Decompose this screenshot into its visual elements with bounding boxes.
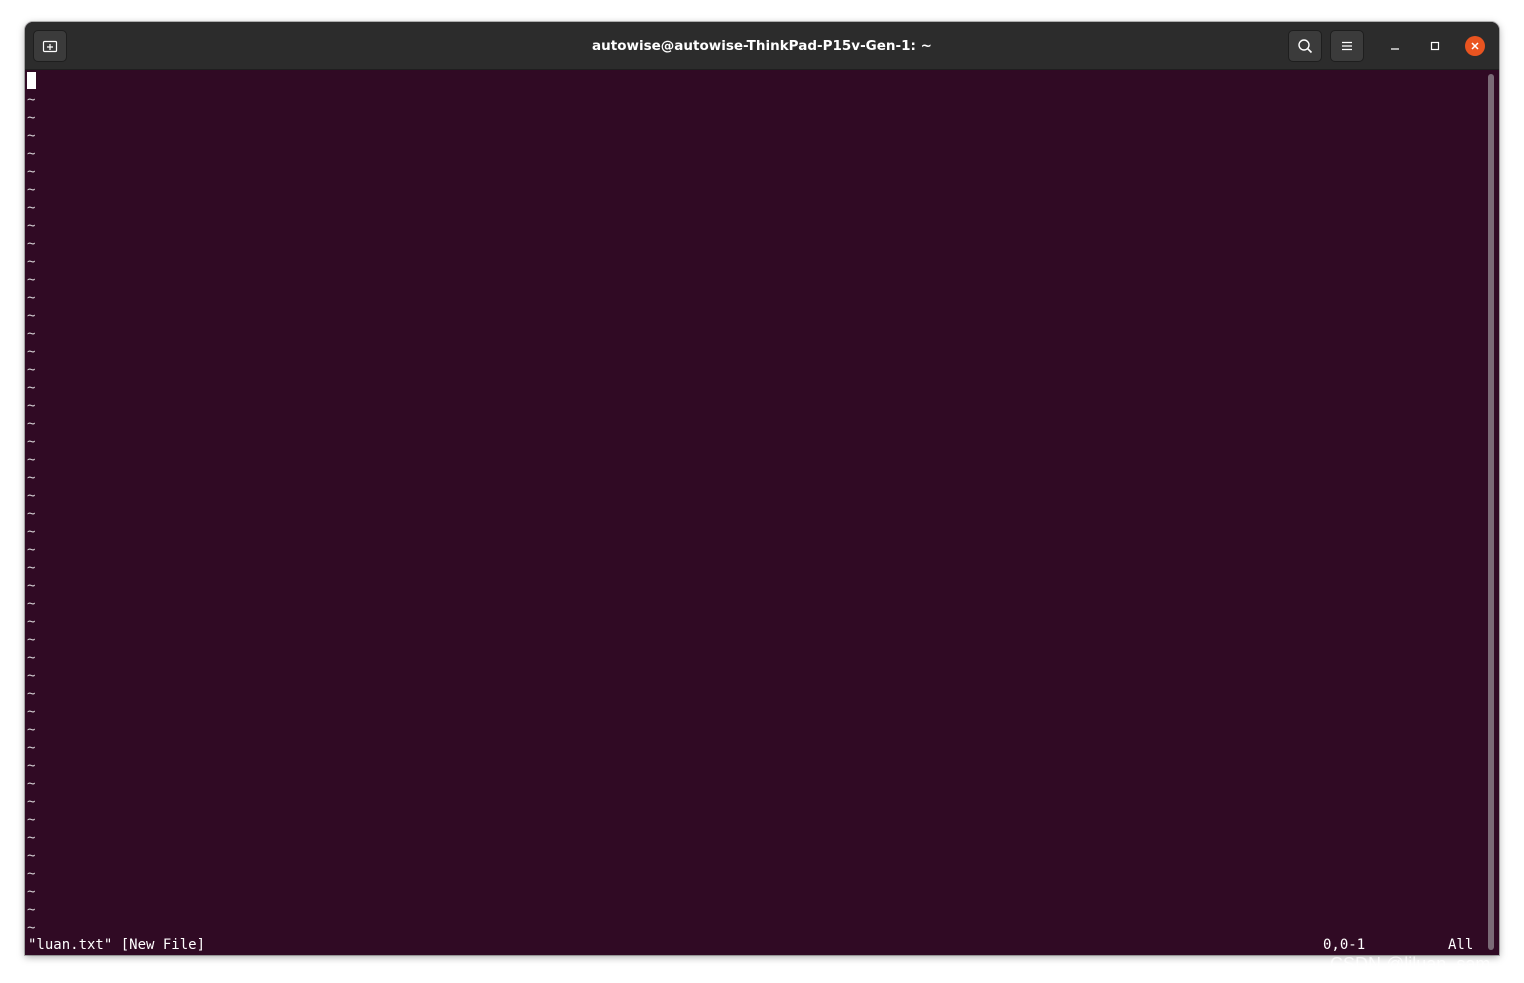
empty-line-tilde: ~ — [27, 776, 36, 792]
empty-line-tilde: ~ — [27, 704, 36, 720]
minimize-button[interactable] — [1385, 36, 1405, 56]
empty-line-tilde: ~ — [27, 380, 36, 396]
empty-line-tilde: ~ — [27, 452, 36, 468]
text-cursor — [27, 72, 36, 89]
empty-line-tilde: ~ — [27, 110, 36, 126]
menu-button[interactable] — [1330, 30, 1364, 62]
empty-line-tilde: ~ — [27, 128, 36, 144]
empty-line-tilde: ~ — [27, 308, 36, 324]
empty-line-tilde: ~ — [27, 722, 36, 738]
search-button[interactable] — [1288, 30, 1322, 62]
empty-line-tilde: ~ — [27, 254, 36, 270]
empty-line-tilde: ~ — [27, 812, 36, 828]
empty-line-tilde: ~ — [27, 344, 36, 360]
empty-line-tilde: ~ — [27, 686, 36, 702]
empty-line-tilde: ~ — [27, 398, 36, 414]
empty-line-tilde: ~ — [27, 596, 36, 612]
close-icon — [1471, 42, 1479, 50]
status-message: "luan.txt" [New File] — [28, 937, 206, 953]
empty-line-tilde: ~ — [27, 506, 36, 522]
empty-line-tilde: ~ — [27, 560, 36, 576]
empty-line-tilde: ~ — [27, 182, 36, 198]
titlebar[interactable]: autowise@autowise-ThinkPad-P15v-Gen-1: ~ — [25, 22, 1499, 70]
close-button[interactable] — [1465, 36, 1485, 56]
empty-line-tilde: ~ — [27, 830, 36, 846]
empty-line-tilde: ~ — [27, 524, 36, 540]
scrollbar[interactable] — [1488, 74, 1494, 950]
empty-line-tilde: ~ — [27, 272, 36, 288]
empty-line-tilde: ~ — [27, 236, 36, 252]
empty-line-tilde: ~ — [27, 650, 36, 666]
empty-line-tilde: ~ — [27, 200, 36, 216]
empty-line-tilde: ~ — [27, 470, 36, 486]
empty-line-tilde: ~ — [27, 164, 36, 180]
hamburger-menu-icon — [1342, 41, 1352, 51]
empty-line-tilde: ~ — [27, 614, 36, 630]
watermark: CSDN @liluan_sam — [1330, 954, 1491, 974]
maximize-button[interactable] — [1425, 36, 1445, 56]
empty-line-tilde: ~ — [27, 92, 36, 108]
empty-line-tilde: ~ — [27, 866, 36, 882]
empty-line-tilde: ~ — [27, 758, 36, 774]
empty-line-tilde: ~ — [27, 578, 36, 594]
empty-line-tilde: ~ — [27, 884, 36, 900]
terminal-content[interactable]: ~ ~ ~ ~ ~ ~ ~ ~ ~ ~ ~ ~ ~ ~ ~ ~ ~ ~ ~ ~ ~ ~ ~ ~ ~ ~ ~ ~ ~ ~ ~ ~ ~ ~ ~ ~ ~ ~ ~ ~… — [25, 70, 1487, 955]
empty-line-tilde: ~ — [27, 146, 36, 162]
empty-line-tilde: ~ — [27, 542, 36, 558]
empty-line-tilde: ~ — [27, 326, 36, 342]
empty-line-tilde: ~ — [27, 488, 36, 504]
empty-line-tilde: ~ — [27, 668, 36, 684]
terminal-window: autowise@autowise-ThinkPad-P15v-Gen-1: ~ — [25, 22, 1499, 955]
vim-status-line: "luan.txt" [New File] 0,0-1 All — [28, 936, 1483, 954]
new-tab-button[interactable] — [33, 30, 67, 62]
empty-line-tilde: ~ — [27, 848, 36, 864]
empty-line-tilde: ~ — [27, 218, 36, 234]
maximize-icon — [1430, 41, 1440, 51]
empty-line-tilde: ~ — [27, 920, 36, 936]
empty-line-tilde: ~ — [27, 416, 36, 432]
search-icon — [1298, 39, 1313, 54]
empty-line-tilde: ~ — [27, 434, 36, 450]
empty-line-tilde: ~ — [27, 632, 36, 648]
empty-line-tilde: ~ — [27, 902, 36, 918]
empty-line-tilde: ~ — [27, 740, 36, 756]
empty-line-tilde: ~ — [27, 794, 36, 810]
empty-line-tilde: ~ — [27, 362, 36, 378]
minimize-icon — [1391, 48, 1399, 50]
empty-line-markers: ~ ~ ~ ~ ~ ~ ~ ~ ~ ~ ~ ~ ~ ~ ~ ~ ~ ~ ~ ~ ~ ~ ~ ~ ~ ~ ~ ~ ~ ~ ~ ~ ~ ~ ~ ~ ~ ~ ~ ~… — [27, 91, 39, 937]
window-title: autowise@autowise-ThinkPad-P15v-Gen-1: ~ — [592, 38, 932, 54]
new-tab-icon — [42, 40, 58, 53]
empty-line-tilde: ~ — [27, 290, 36, 306]
